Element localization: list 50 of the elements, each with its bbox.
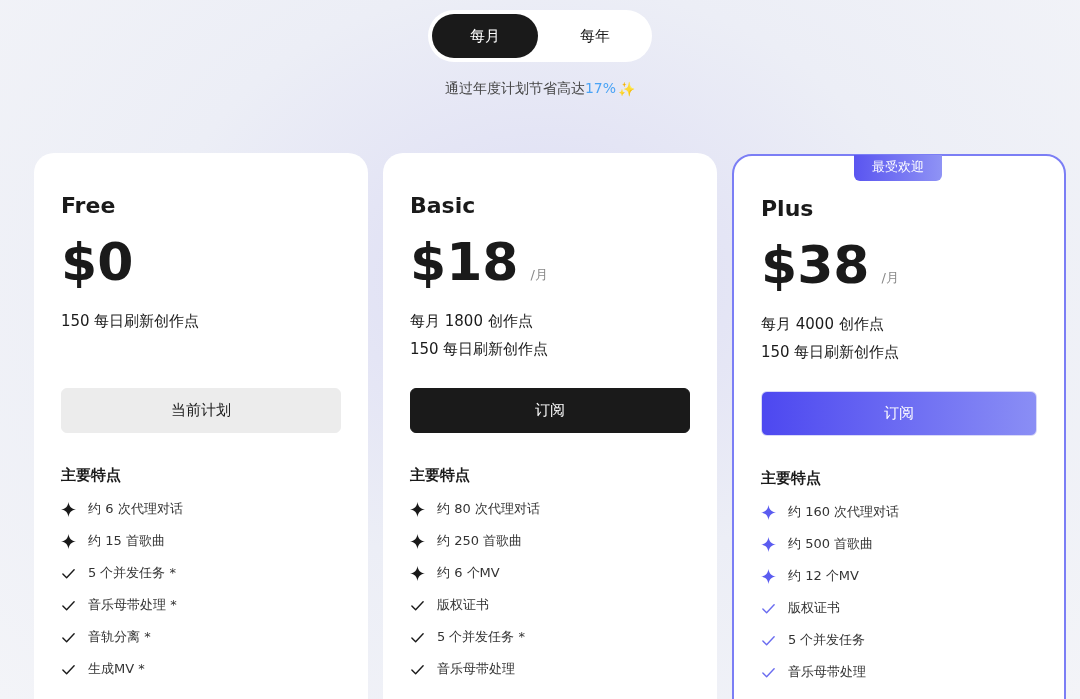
- feature-text: 音乐母带处理 *: [88, 596, 177, 614]
- price-period: /月: [881, 269, 899, 287]
- current-plan-button[interactable]: 当前计划: [61, 388, 341, 433]
- feature-text: 生成MV *: [88, 660, 145, 678]
- sparkle-icon: [761, 568, 776, 584]
- plan-name: Plus: [761, 196, 815, 221]
- feature-text: 5 个并发任务 *: [437, 628, 526, 646]
- features-heading: 主要特点: [61, 466, 122, 485]
- sparkle-icon: [761, 536, 776, 552]
- credits-text: 150 每日刷新创作点: [61, 312, 201, 331]
- feature-text: 约 12 个MV: [788, 567, 859, 585]
- subscribe-button[interactable]: 订阅: [761, 391, 1037, 436]
- feature-text: 约 6 个MV: [437, 564, 500, 582]
- billing-tab[interactable]: 每月: [432, 14, 538, 58]
- sparkle-icon: [410, 533, 425, 549]
- feature-text: 5 个并发任务: [788, 631, 866, 649]
- credits-text: 150 每日刷新创作点: [761, 343, 901, 362]
- sparkle-icon: [410, 565, 425, 581]
- plan-name: Basic: [410, 193, 477, 218]
- subscribe-button[interactable]: 订阅: [410, 388, 690, 433]
- savings-note: 通过年度计划节省高达17%: [444, 80, 617, 98]
- feature-text: 约 250 首歌曲: [437, 532, 523, 550]
- credits-text: 每月 4000 创作点: [761, 315, 885, 334]
- features-heading: 主要特点: [410, 466, 471, 485]
- plan-price: $38: [761, 234, 870, 297]
- credits-text: 每月 1800 创作点: [410, 312, 534, 331]
- billing-tab[interactable]: 每年: [542, 14, 648, 58]
- feature-text: 音轨分离 *: [88, 628, 151, 646]
- features-heading: 主要特点: [761, 469, 822, 488]
- feature-text: 5 个并发任务 *: [88, 564, 177, 582]
- feature-text: 版权证书: [788, 599, 840, 617]
- plan-price: $18: [410, 231, 519, 294]
- sparkle-icon: [61, 533, 76, 549]
- plan-price: $0: [61, 231, 134, 294]
- credits-text: 150 每日刷新创作点: [410, 340, 550, 359]
- sparkle-icon: [61, 501, 76, 517]
- feature-text: 约 160 次代理对话: [788, 503, 900, 521]
- feature-text: 约 6 次代理对话: [88, 500, 183, 518]
- plan-name: Free: [61, 193, 117, 218]
- sparkle-icon: [761, 504, 776, 520]
- feature-text: 约 80 次代理对话: [437, 500, 540, 518]
- feature-text: 版权证书: [437, 596, 489, 614]
- popular-badge: 最受欢迎: [854, 155, 942, 181]
- feature-text: 音乐母带处理: [437, 660, 515, 678]
- price-period: /月: [530, 266, 548, 284]
- sparkles-emoji: ✨: [618, 81, 636, 97]
- feature-text: 约 15 首歌曲: [88, 532, 165, 550]
- feature-text: 音乐母带处理: [788, 663, 866, 681]
- feature-text: 约 500 首歌曲: [788, 535, 874, 553]
- sparkle-icon: [410, 501, 425, 517]
